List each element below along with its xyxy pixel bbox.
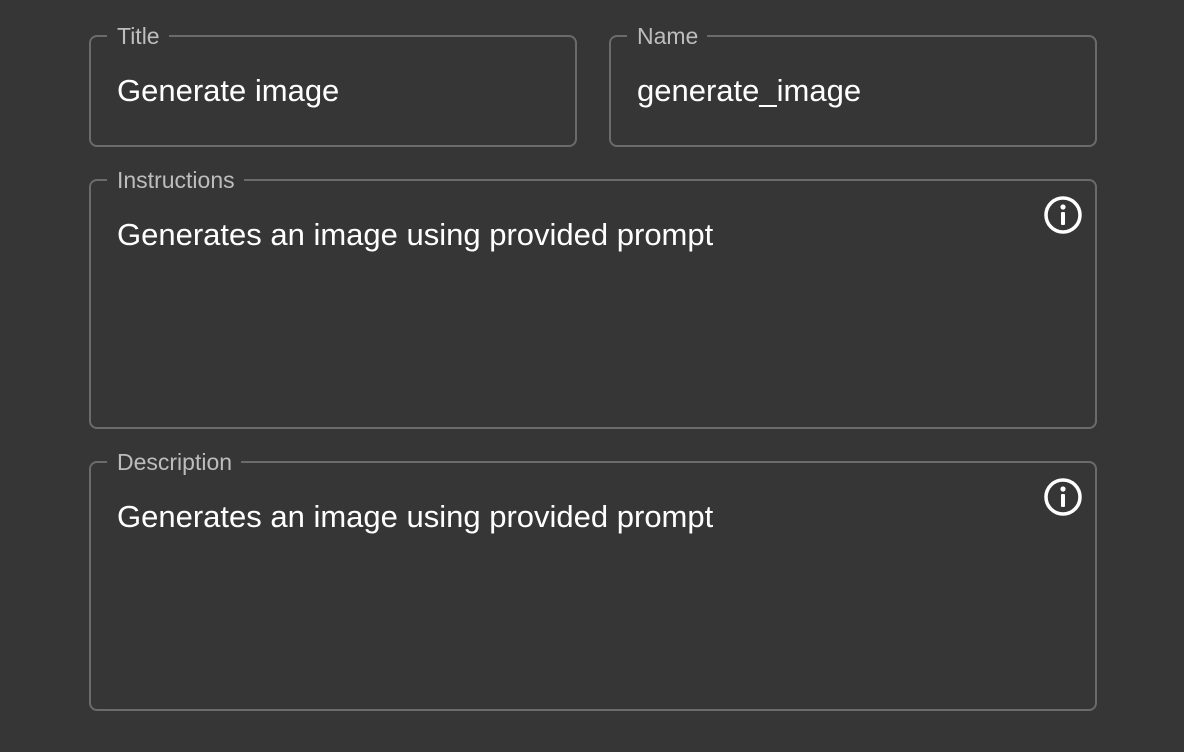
instructions-label: Instructions (107, 166, 244, 194)
name-input[interactable]: generate_image (637, 73, 861, 109)
instructions-field[interactable]: Instructions Generates an image using pr… (89, 166, 1097, 429)
name-label: Name (627, 22, 708, 50)
name-field[interactable]: Name generate_image (609, 22, 1097, 147)
title-input[interactable]: Generate image (117, 73, 339, 109)
tool-form: Title Generate image Name generate_image… (0, 0, 1184, 752)
instructions-textarea[interactable]: Generates an image using provided prompt (117, 217, 713, 253)
description-label: Description (107, 448, 242, 476)
info-icon[interactable] (1043, 195, 1083, 235)
description-textarea[interactable]: Generates an image using provided prompt (117, 499, 713, 535)
description-field[interactable]: Description Generates an image using pro… (89, 448, 1097, 711)
info-icon[interactable] (1043, 477, 1083, 517)
title-label: Title (107, 22, 169, 50)
title-field[interactable]: Title Generate image (89, 22, 577, 147)
